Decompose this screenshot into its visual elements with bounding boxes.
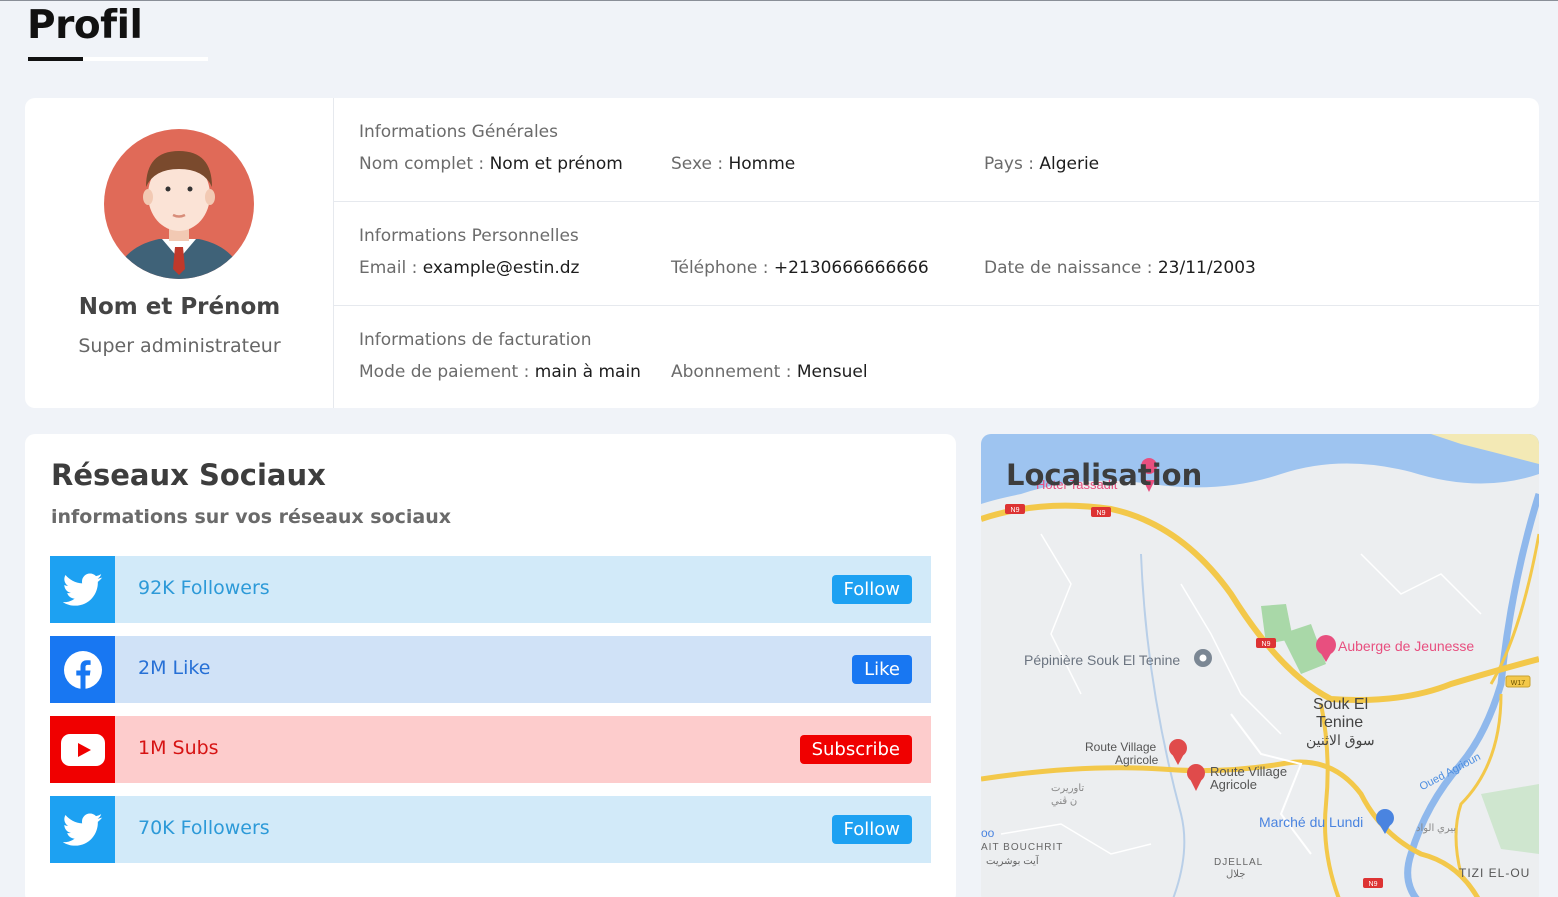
section-heading: Informations Personnelles xyxy=(359,226,579,246)
twitter-icon[interactable] xyxy=(50,556,115,623)
info-subscription: Abonnement : Mensuel xyxy=(671,362,868,382)
social-count: 1M Subs xyxy=(138,737,219,759)
page-title: Profil xyxy=(27,3,143,48)
social-subtitle: informations sur vos réseaux sociaux xyxy=(51,506,452,528)
map-label: آيت بوشريت xyxy=(986,854,1040,867)
info-label: Nom complet : xyxy=(359,154,490,174)
road-label: N9 xyxy=(1097,510,1106,517)
info-label: Date de naissance : xyxy=(984,258,1158,278)
social-row-twitter-2: 70K Followers Follow xyxy=(50,796,931,863)
info-value: 23/11/2003 xyxy=(1157,258,1256,278)
social-count: 70K Followers xyxy=(138,817,270,839)
twitter-follow-button[interactable]: Follow xyxy=(831,575,912,604)
map-label: بيري الواد xyxy=(1416,823,1456,834)
facebook-icon[interactable] xyxy=(50,636,115,703)
info-email: Email : example@estin.dz xyxy=(359,258,579,278)
road-shield: N9 xyxy=(1256,638,1276,648)
road-shield: W17 xyxy=(1505,675,1531,688)
social-row-facebook: 2M Like Like xyxy=(50,636,931,703)
map-label-town: Tenine xyxy=(1316,714,1363,731)
social-count: 2M Like xyxy=(138,657,211,679)
profile-summary: Nom et Prénom Super administrateur xyxy=(25,98,334,408)
info-birthdate: Date de naissance : 23/11/2003 xyxy=(984,258,1256,278)
map-label-marche: Marché du Lundi xyxy=(1259,814,1363,830)
map-label: DJELLAL xyxy=(1214,857,1263,868)
section-personal-info: Informations Personnelles Email : exampl… xyxy=(334,202,1539,306)
map-label: AIT BOUCHRIT xyxy=(981,842,1063,853)
profile-role: Super administrateur xyxy=(78,335,281,357)
info-value: Nom et prénom xyxy=(489,154,623,174)
map-title: Localisation xyxy=(1006,458,1203,492)
info-value: +2130666666666 xyxy=(773,258,929,278)
avatar xyxy=(104,129,254,279)
map-label: TIZI EL-OU xyxy=(1459,866,1530,880)
info-label: Mode de paiement : xyxy=(359,362,535,382)
road-shield: N9 xyxy=(1005,504,1025,514)
map-label: oo xyxy=(981,826,995,840)
info-value: Homme xyxy=(728,154,796,174)
youtube-subscribe-button[interactable]: Subscribe xyxy=(799,735,912,764)
map-label-town: Souk El xyxy=(1313,696,1368,713)
title-underline-accent xyxy=(28,57,83,61)
twitter-follow-button[interactable]: Follow xyxy=(831,815,912,844)
map-label: Agricole xyxy=(1115,753,1159,767)
social-row-twitter: 92K Followers Follow xyxy=(50,556,931,623)
info-country: Pays : Algerie xyxy=(984,154,1099,174)
profile-card: Nom et Prénom Super administrateur Infor… xyxy=(25,98,1539,408)
info-gender: Sexe : Homme xyxy=(671,154,795,174)
map-label: جلال xyxy=(1226,869,1245,880)
info-value: Mensuel xyxy=(796,362,868,382)
road-label: N9 xyxy=(1262,641,1271,648)
info-value: main à main xyxy=(534,362,641,382)
youtube-icon[interactable] xyxy=(50,716,115,783)
road-shield: N9 xyxy=(1091,507,1111,517)
twitter-icon[interactable] xyxy=(50,796,115,863)
section-heading: Informations de facturation xyxy=(359,330,592,350)
info-value: example@estin.dz xyxy=(422,258,580,278)
social-row-youtube: 1M Subs Subscribe xyxy=(50,716,931,783)
info-value: Algerie xyxy=(1039,154,1100,174)
social-title: Réseaux Sociaux xyxy=(51,458,326,492)
road-label: W17 xyxy=(1511,680,1526,687)
info-label: Email : xyxy=(359,258,423,278)
map[interactable]: N9 N9 N9 N9 W17 Hotel Tassadit Auberge d… xyxy=(981,434,1539,897)
map-label-town-arabic: سوق الاثنين xyxy=(1306,732,1375,749)
road-label: N9 xyxy=(1369,881,1378,888)
section-general-info: Informations Générales Nom complet : Nom… xyxy=(334,98,1539,202)
map-label: ن ڤني xyxy=(1051,796,1077,807)
section-heading: Informations Générales xyxy=(359,122,558,142)
map-label-pepiniere: Pépinière Souk El Tenine xyxy=(1024,652,1180,668)
road-shield: N9 xyxy=(1363,878,1383,888)
info-label: Abonnement : xyxy=(671,362,797,382)
info-phone: Téléphone : +2130666666666 xyxy=(671,258,929,278)
section-billing-info: Informations de facturation Mode de paie… xyxy=(334,306,1539,410)
info-label: Téléphone : xyxy=(671,258,774,278)
map-label-auberge: Auberge de Jeunesse xyxy=(1338,638,1474,654)
info-label: Sexe : xyxy=(671,154,729,174)
map-label: تاوريرت xyxy=(1051,783,1084,794)
info-full-name: Nom complet : Nom et prénom xyxy=(359,154,623,174)
map-label: Route Village xyxy=(1085,740,1156,754)
info-label: Pays : xyxy=(984,154,1040,174)
info-payment-mode: Mode de paiement : main à main xyxy=(359,362,641,382)
profile-name: Nom et Prénom xyxy=(78,294,281,320)
facebook-like-button[interactable]: Like xyxy=(852,655,912,684)
map-card[interactable]: N9 N9 N9 N9 W17 Hotel Tassadit Auberge d… xyxy=(981,434,1539,897)
map-label: Agricole xyxy=(1210,777,1257,792)
social-card: Réseaux Sociaux informations sur vos rés… xyxy=(25,434,956,897)
road-label: N9 xyxy=(1011,507,1020,514)
social-count: 92K Followers xyxy=(138,577,270,599)
